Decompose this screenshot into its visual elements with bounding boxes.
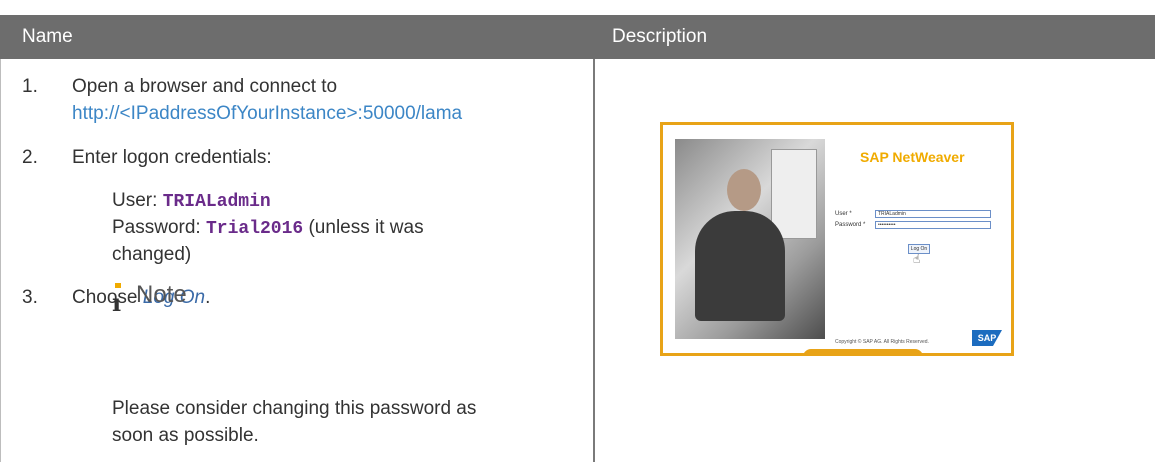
user-value: TRIALadmin <box>162 192 271 212</box>
screenshot-password-label: Password * <box>835 222 866 228</box>
column-divider <box>593 59 595 462</box>
screenshot-user-field: TRIALadmin <box>875 210 991 218</box>
step-1-text: Open a browser and connect to <box>72 76 338 97</box>
step-2-text: Enter logon credentials: <box>72 147 272 168</box>
note-text-line-1: Please consider changing this password a… <box>112 398 477 419</box>
screenshot-copyright: Copyright © SAP AG. All Rights Reserved. <box>835 339 929 345</box>
table-header: Name Description <box>0 15 1155 59</box>
screenshot-password-field: •••••••••• <box>875 221 991 229</box>
password-label: Password: <box>112 217 206 238</box>
note-label: Note <box>136 281 187 308</box>
password-suffix-continued: changed) <box>112 244 192 265</box>
sap-logo: SAP <box>972 330 1002 346</box>
user-credential: User: TRIALadmin <box>112 190 271 212</box>
password-credential: Password: Trial2016 (unless it was <box>112 217 424 239</box>
brand-title: SAP NetWeaver <box>860 149 965 165</box>
step-3-suffix: . <box>205 287 211 308</box>
user-label: User: <box>112 190 163 211</box>
footer-tab <box>803 349 923 353</box>
step-3-number: 3. <box>22 287 38 308</box>
note-text-line-2: soon as possible. <box>112 425 259 446</box>
step-2-number: 2. <box>22 147 38 168</box>
header-photo <box>675 139 825 339</box>
step-3-prefix: Choose <box>72 287 143 308</box>
step-1-number: 1. <box>22 76 38 97</box>
lama-url-link[interactable]: http://<IPaddressOfYourInstance>:50000/l… <box>72 103 462 125</box>
password-suffix: (unless it was <box>303 217 424 238</box>
column-header-name: Name <box>22 26 73 47</box>
column-header-description: Description <box>612 26 708 47</box>
logon-screenshot: SAP NetWeaver User * TRIALadmin Password… <box>660 122 1014 356</box>
table-border <box>0 59 1 462</box>
screenshot-user-label: User * <box>835 211 852 217</box>
info-icon: ı <box>112 283 126 315</box>
pointer-hand-icon: ☝ <box>913 252 921 266</box>
password-value: Trial2016 <box>205 219 304 239</box>
